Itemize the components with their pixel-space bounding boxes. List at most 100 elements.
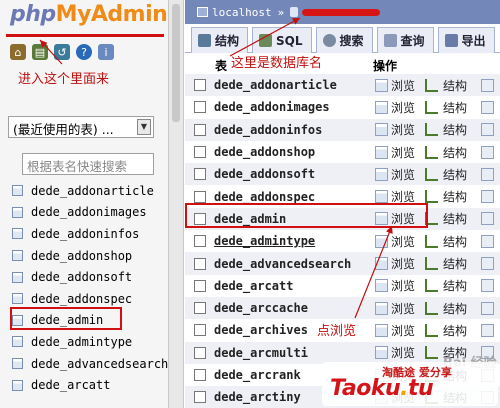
browse-link[interactable]: 浏览 bbox=[391, 255, 415, 272]
browse-icon[interactable] bbox=[375, 100, 388, 114]
search-icon[interactable] bbox=[481, 323, 494, 337]
structure-icon[interactable] bbox=[425, 167, 438, 181]
sql-query-icon[interactable]: ↺ bbox=[54, 44, 70, 60]
browse-link[interactable]: 浏览 bbox=[391, 99, 415, 116]
search-icon[interactable] bbox=[481, 78, 494, 92]
tab-structure[interactable]: 结构 bbox=[191, 27, 249, 53]
search-icon[interactable] bbox=[481, 212, 494, 226]
row-checkbox[interactable] bbox=[194, 168, 206, 181]
left-table-item[interactable]: dede_admintype bbox=[12, 331, 168, 353]
row-table-name-link[interactable]: dede_addonimages bbox=[214, 100, 330, 114]
structure-icon[interactable] bbox=[425, 78, 438, 92]
chevron-down-icon[interactable]: ▼ bbox=[137, 119, 151, 135]
structure-link[interactable]: 结构 bbox=[443, 277, 467, 294]
structure-icon[interactable] bbox=[425, 123, 438, 137]
row-checkbox[interactable] bbox=[194, 346, 206, 359]
row-checkbox[interactable] bbox=[194, 302, 206, 315]
structure-link[interactable]: 结构 bbox=[443, 99, 467, 116]
row-checkbox[interactable] bbox=[194, 235, 206, 248]
pane-splitter-scrollbar[interactable] bbox=[168, 0, 184, 408]
row-checkbox[interactable] bbox=[194, 146, 206, 159]
browse-icon[interactable] bbox=[375, 123, 388, 137]
structure-link[interactable]: 结构 bbox=[443, 166, 467, 183]
table-filter-input[interactable]: 根据表名快速搜索 bbox=[22, 153, 154, 175]
home-icon[interactable]: ⌂ bbox=[10, 44, 26, 60]
search-icon[interactable] bbox=[481, 167, 494, 181]
search-icon[interactable] bbox=[481, 257, 494, 271]
search-icon[interactable] bbox=[481, 301, 494, 315]
documentation-icon[interactable]: i bbox=[98, 44, 114, 60]
tab-search[interactable]: 搜索 bbox=[315, 27, 373, 53]
row-table-name-link[interactable]: dede_arccache bbox=[214, 301, 308, 315]
tab-query[interactable]: 查询 bbox=[376, 27, 434, 53]
row-checkbox[interactable] bbox=[194, 257, 206, 270]
row-checkbox[interactable] bbox=[194, 391, 206, 404]
row-table-name-link[interactable]: dede_admintype bbox=[214, 234, 315, 248]
left-table-item[interactable]: dede_addonshop bbox=[12, 245, 168, 267]
left-table-item[interactable]: dede_advancedsearch bbox=[12, 353, 168, 375]
browse-link[interactable]: 浏览 bbox=[391, 344, 415, 361]
row-table-name-link[interactable]: dede_addoninfos bbox=[214, 123, 322, 137]
structure-link[interactable]: 结构 bbox=[443, 144, 467, 161]
header-table[interactable]: 表 bbox=[215, 57, 227, 74]
tab-sql[interactable]: SQL bbox=[252, 27, 312, 53]
browse-icon[interactable] bbox=[375, 257, 388, 271]
browse-icon[interactable] bbox=[375, 78, 388, 92]
structure-link[interactable]: 结构 bbox=[443, 233, 467, 250]
left-table-item[interactable]: dede_arcatt bbox=[12, 374, 168, 396]
browse-icon[interactable] bbox=[375, 323, 388, 337]
phpmyadmin-logo[interactable]: phpMyAdmin bbox=[10, 2, 168, 34]
row-table-name-link[interactable]: dede_addonarticle bbox=[214, 78, 337, 92]
browse-icon[interactable] bbox=[375, 301, 388, 315]
browse-icon[interactable] bbox=[375, 346, 388, 360]
browse-icon[interactable] bbox=[375, 190, 388, 204]
browse-link[interactable]: 浏览 bbox=[391, 233, 415, 250]
structure-icon[interactable] bbox=[425, 346, 438, 360]
redacted-database-name[interactable] bbox=[302, 8, 381, 16]
tab-export[interactable]: 导出 bbox=[437, 27, 495, 53]
browse-icon[interactable] bbox=[375, 145, 388, 159]
row-table-name-link[interactable]: dede_addonshop bbox=[214, 145, 315, 159]
browse-link[interactable]: 浏览 bbox=[391, 121, 415, 138]
row-table-name-link[interactable]: dede_arcrank bbox=[214, 368, 301, 382]
structure-icon[interactable] bbox=[425, 100, 438, 114]
row-table-name-link[interactable]: dede_arcmulti bbox=[214, 346, 308, 360]
browse-icon[interactable] bbox=[375, 167, 388, 181]
structure-icon[interactable] bbox=[425, 323, 438, 337]
left-table-item[interactable]: dede_addoninfos bbox=[12, 223, 168, 245]
left-table-item[interactable]: dede_addonsoft bbox=[12, 266, 168, 288]
search-icon[interactable] bbox=[481, 100, 494, 114]
left-table-item[interactable]: dede_addonarticle bbox=[12, 180, 168, 202]
structure-link[interactable]: 结构 bbox=[443, 210, 467, 227]
recent-tables-select[interactable]: (最近使用的表) ... ▼ bbox=[8, 116, 154, 138]
browse-link[interactable]: 浏览 bbox=[391, 277, 415, 294]
structure-icon[interactable] bbox=[425, 301, 438, 315]
row-checkbox[interactable] bbox=[194, 324, 206, 337]
help-icon[interactable]: ? bbox=[76, 44, 92, 60]
structure-link[interactable]: 结构 bbox=[443, 322, 467, 339]
row-table-name-link[interactable]: dede_addonsoft bbox=[214, 167, 315, 181]
search-icon[interactable] bbox=[481, 190, 494, 204]
row-checkbox[interactable] bbox=[194, 190, 206, 203]
structure-link[interactable]: 结构 bbox=[443, 77, 467, 94]
scrollbar-thumb[interactable] bbox=[172, 4, 180, 122]
browse-link[interactable]: 浏览 bbox=[391, 166, 415, 183]
structure-link[interactable]: 结构 bbox=[443, 255, 467, 272]
search-icon[interactable] bbox=[481, 145, 494, 159]
structure-link[interactable]: 结构 bbox=[443, 188, 467, 205]
structure-icon[interactable] bbox=[425, 279, 438, 293]
left-table-item[interactable]: dede_addonimages bbox=[12, 202, 168, 224]
browse-icon[interactable] bbox=[375, 279, 388, 293]
row-table-name-link[interactable]: dede_arctiny bbox=[214, 390, 301, 404]
structure-link[interactable]: 结构 bbox=[443, 300, 467, 317]
row-checkbox[interactable] bbox=[194, 279, 206, 292]
search-icon[interactable] bbox=[481, 279, 494, 293]
browse-link[interactable]: 浏览 bbox=[391, 77, 415, 94]
search-icon[interactable] bbox=[481, 123, 494, 137]
search-icon[interactable] bbox=[481, 234, 494, 248]
structure-icon[interactable] bbox=[425, 234, 438, 248]
row-table-name-link[interactable]: dede_advancedsearch bbox=[214, 257, 351, 271]
browse-link[interactable]: 浏览 bbox=[391, 322, 415, 339]
row-checkbox[interactable] bbox=[194, 123, 206, 136]
structure-icon[interactable] bbox=[425, 145, 438, 159]
